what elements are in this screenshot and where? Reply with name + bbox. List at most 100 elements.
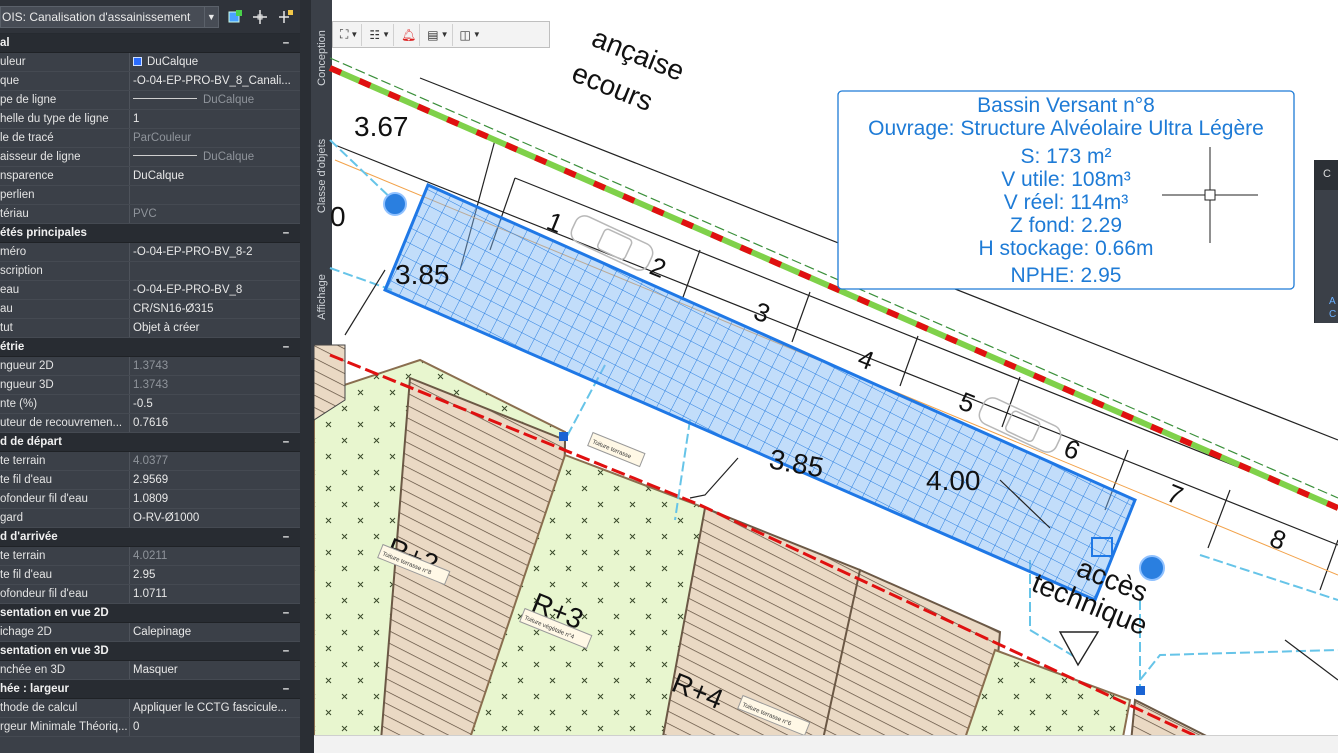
property-row[interactable]: perlien xyxy=(0,186,300,205)
collapse-icon[interactable]: – xyxy=(280,341,292,353)
property-value[interactable]: -O-04-EP-PRO-BV_8 xyxy=(130,281,300,299)
section-header[interactable]: sentation en vue 2D – xyxy=(0,604,300,623)
property-value[interactable]: 4.0377 xyxy=(130,452,300,470)
property-row[interactable]: uteur de recouvremen... 0.7616 xyxy=(0,414,300,433)
property-row[interactable]: gard O-RV-Ø1000 xyxy=(0,509,300,528)
property-row[interactable]: tut Objet à créer xyxy=(0,319,300,338)
property-value[interactable]: Masquer xyxy=(130,661,300,679)
regard-icon[interactable] xyxy=(383,192,407,216)
property-row[interactable]: thode de calcul Appliquer le CCTG fascicu… xyxy=(0,699,300,718)
property-row[interactable]: te terrain 4.0211 xyxy=(0,547,300,566)
section-header[interactable]: sentation en vue 3D – xyxy=(0,642,300,661)
drawing-svg[interactable]: ançaise ecours 3.67 0 3.85 3.85 4.00 1 2… xyxy=(313,0,1338,753)
property-row[interactable]: méro -O-04-EP-PRO-BV_8-2 xyxy=(0,243,300,262)
property-row[interactable]: ngueur 2D 1.3743 xyxy=(0,357,300,376)
property-row[interactable]: uleur DuCalque xyxy=(0,53,300,72)
layers-button[interactable]: ▤ ▼ xyxy=(424,23,453,46)
property-value-text: 4.0377 xyxy=(133,455,169,467)
bell-icon: 🔔︎ xyxy=(401,27,417,42)
property-row[interactable]: le de tracé ParCouleur xyxy=(0,129,300,148)
property-row[interactable]: aisseur de ligne DuCalque xyxy=(0,148,300,167)
property-value[interactable]: ParCouleur xyxy=(130,129,300,147)
parking-1: 1 xyxy=(543,206,568,239)
property-value[interactable]: -O-04-EP-PRO-BV_8-2 xyxy=(130,243,300,261)
property-value[interactable]: 1.3743 xyxy=(130,357,300,375)
property-value[interactable]: DuCalque xyxy=(130,148,300,166)
alert-button[interactable]: 🔔︎ xyxy=(398,23,421,46)
property-value[interactable] xyxy=(130,262,300,280)
property-value[interactable]: -0.5 xyxy=(130,395,300,413)
property-row[interactable]: te terrain 4.0377 xyxy=(0,452,300,471)
property-value[interactable]: Appliquer le CCTG fascicule... xyxy=(130,699,300,717)
property-row[interactable]: te fil d'eau 2.9569 xyxy=(0,471,300,490)
property-value[interactable]: 0 xyxy=(130,718,300,736)
section-title: sentation en vue 2D xyxy=(0,607,109,619)
property-row[interactable]: te fil d'eau 2.95 xyxy=(0,566,300,585)
annotation-button[interactable]: ☷ ▼ xyxy=(366,23,395,46)
collapse-icon[interactable]: – xyxy=(280,436,292,448)
object-type-selector[interactable]: OIS: Canalisation d'assainissement ▼ xyxy=(0,5,219,28)
filter-select-button[interactable]: ⛶ ▼ xyxy=(337,23,363,46)
property-row[interactable]: que -O-04-EP-PRO-BV_8_Canali... xyxy=(0,72,300,91)
quick-select-icon[interactable] xyxy=(225,7,245,27)
chevron-down-icon[interactable]: ▼ xyxy=(203,6,218,27)
property-value[interactable] xyxy=(130,186,300,204)
property-label: scription xyxy=(0,262,130,280)
property-row[interactable]: ofondeur fil d'eau 1.0809 xyxy=(0,490,300,509)
basin-annotation[interactable]: Bassin Versant n°8 Ouvrage: Structure Al… xyxy=(837,90,1295,290)
property-value[interactable]: 2.95 xyxy=(130,566,300,584)
collapse-icon[interactable]: – xyxy=(280,683,292,695)
collapse-icon[interactable]: – xyxy=(280,531,292,543)
view-button[interactable]: ◫ ▼ xyxy=(457,24,484,46)
section-header[interactable]: d d'arrivée – xyxy=(0,528,300,547)
section-header[interactable]: hée : largeur – xyxy=(0,680,300,699)
canvas-toolbar: ⛶ ▼ ☷ ▼ 🔔︎ ▤ ▼ ◫ ▼ xyxy=(332,21,550,48)
drawing-canvas[interactable]: ançaise ecours 3.67 0 3.85 3.85 4.00 1 2… xyxy=(313,0,1338,753)
toggle-pickadd-icon[interactable] xyxy=(276,7,296,27)
property-value[interactable]: 1.3743 xyxy=(130,376,300,394)
right-palette-link-1[interactable]: A xyxy=(1329,296,1336,307)
property-row[interactable]: rgeur Minimale Théoriq... 0 xyxy=(0,718,300,737)
property-value[interactable]: Calepinage xyxy=(130,623,300,641)
section-header[interactable]: al – xyxy=(0,34,300,53)
section-header[interactable]: étés principales – xyxy=(0,224,300,243)
property-row[interactable]: helle du type de ligne 1 xyxy=(0,110,300,129)
section-header[interactable]: étrie – xyxy=(0,338,300,357)
property-row[interactable]: nchée en 3D Masquer xyxy=(0,661,300,680)
collapse-icon[interactable]: – xyxy=(280,607,292,619)
property-label: que xyxy=(0,72,130,90)
right-palette-link-2[interactable]: C xyxy=(1329,309,1336,320)
property-value[interactable]: 1 xyxy=(130,110,300,128)
property-row[interactable]: eau -O-04-EP-PRO-BV_8 xyxy=(0,281,300,300)
collapse-icon[interactable]: – xyxy=(280,227,292,239)
property-row[interactable]: pe de ligne DuCalque xyxy=(0,91,300,110)
property-value[interactable]: 1.0809 xyxy=(130,490,300,508)
property-value[interactable]: 0.7616 xyxy=(130,414,300,432)
property-value[interactable]: 4.0211 xyxy=(130,547,300,565)
collapse-icon[interactable]: – xyxy=(280,645,292,657)
section-header[interactable]: d de départ – xyxy=(0,433,300,452)
property-value[interactable]: O-RV-Ø1000 xyxy=(130,509,300,527)
triangle-marker xyxy=(1058,631,1100,667)
collapse-icon[interactable]: – xyxy=(280,37,292,49)
property-row[interactable]: ofondeur fil d'eau 1.0711 xyxy=(0,585,300,604)
property-value[interactable]: DuCalque xyxy=(130,91,300,109)
property-row[interactable]: tériau PVC xyxy=(0,205,300,224)
property-row[interactable]: ngueur 3D 1.3743 xyxy=(0,376,300,395)
select-objects-icon[interactable] xyxy=(251,7,271,27)
property-value[interactable]: 1.0711 xyxy=(130,585,300,603)
property-row[interactable]: scription xyxy=(0,262,300,281)
property-row[interactable]: nte (%) -0.5 xyxy=(0,395,300,414)
property-value[interactable]: Objet à créer xyxy=(130,319,300,337)
property-row[interactable]: nsparence DuCalque xyxy=(0,167,300,186)
property-value[interactable]: DuCalque xyxy=(130,53,300,71)
property-row[interactable]: au CR/SN16-Ø315 xyxy=(0,300,300,319)
property-value[interactable]: 2.9569 xyxy=(130,471,300,489)
property-row[interactable]: ichage 2D Calepinage xyxy=(0,623,300,642)
parking-8: 8 xyxy=(1266,523,1291,556)
property-value[interactable]: CR/SN16-Ø315 xyxy=(130,300,300,318)
property-value[interactable]: -O-04-EP-PRO-BV_8_Canali... xyxy=(130,72,300,90)
property-value-text: 2.9569 xyxy=(133,474,169,486)
property-value[interactable]: DuCalque xyxy=(130,167,300,185)
property-value[interactable]: PVC xyxy=(130,205,300,223)
